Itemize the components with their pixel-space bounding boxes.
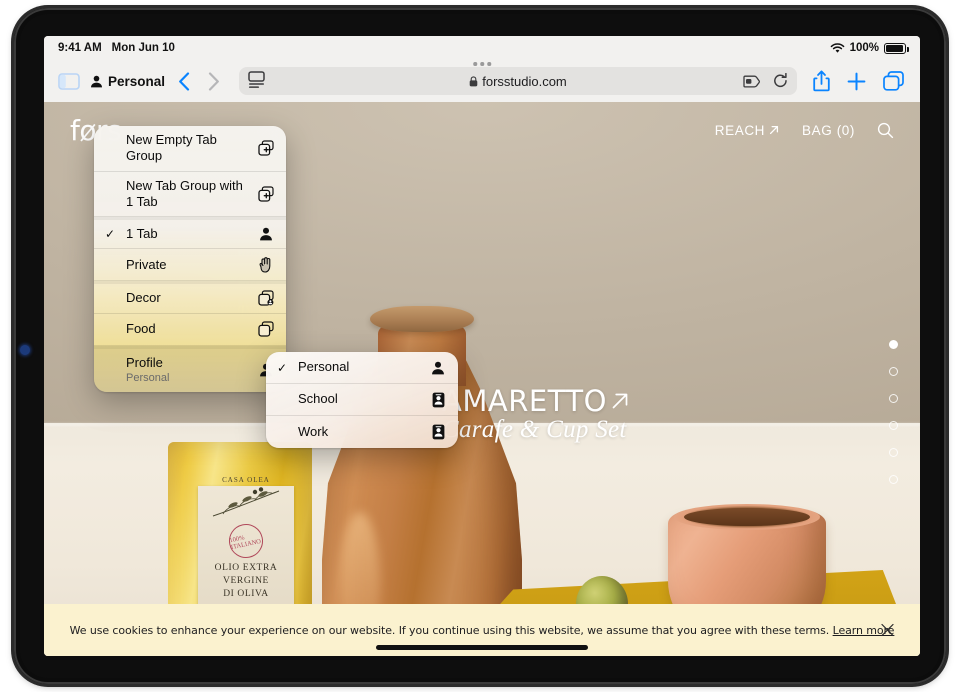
toolbar-right-actions bbox=[813, 70, 908, 92]
bezel-indicator-light bbox=[20, 345, 30, 355]
nav-link-reach[interactable]: REACH bbox=[715, 123, 780, 138]
menu-item-sublabel: Personal bbox=[126, 371, 170, 384]
tabs-icon[interactable] bbox=[883, 71, 904, 91]
profile-submenu: ✓ Personal School Work bbox=[266, 352, 458, 448]
olive-branch-illustration bbox=[212, 487, 280, 517]
nav-link-bag[interactable]: BAG (0) bbox=[802, 123, 855, 138]
url-text: forsstudio.com bbox=[482, 73, 567, 89]
ipad-device: 9:41 AM Mon Jun 10 100% Personal forsstu… bbox=[14, 8, 946, 684]
address-bar-actions bbox=[743, 73, 788, 89]
person-icon bbox=[90, 75, 103, 88]
menu-item-new-tab-group-with-1-tab[interactable]: New Tab Group with 1 Tab bbox=[94, 172, 286, 217]
plus-icon[interactable] bbox=[847, 72, 866, 91]
pagination-dot[interactable] bbox=[889, 394, 898, 403]
person-icon bbox=[429, 361, 447, 375]
safari-toolbar: Personal forsstudio.com bbox=[44, 60, 920, 102]
address-bar[interactable]: forsstudio.com bbox=[239, 67, 797, 95]
cup-interior bbox=[684, 508, 810, 526]
menu-item-label: 1 Tab bbox=[126, 226, 158, 241]
bottle-line-3: DI OLIVA bbox=[223, 588, 269, 599]
arrow-up-right-icon bbox=[608, 389, 632, 413]
submenu-item-work[interactable]: Work bbox=[266, 416, 458, 448]
menu-item-food[interactable]: Food bbox=[94, 314, 286, 346]
bottle-line-1: OLIO EXTRA bbox=[214, 563, 278, 573]
hero-title-row: AMARETTO bbox=[442, 384, 632, 418]
close-x-icon[interactable] bbox=[881, 623, 894, 637]
tab-group-context-menu: New Empty Tab Group New Tab Group with 1… bbox=[94, 126, 286, 392]
battery-percent-label: 100% bbox=[849, 42, 879, 54]
bottle-line-2: VERGINE bbox=[223, 575, 269, 586]
menu-item-label: Private bbox=[126, 256, 167, 272]
tab-group-shared-icon bbox=[257, 290, 275, 307]
pagination-dot[interactable] bbox=[889, 475, 898, 484]
ipad-screen: 9:41 AM Mon Jun 10 100% Personal forsstu… bbox=[44, 36, 920, 656]
nav-bag-label: BAG (0) bbox=[802, 122, 855, 138]
menu-item-label: Decor bbox=[126, 290, 161, 306]
menu-item-label: New Tab Group with 1 Tab bbox=[126, 177, 243, 209]
hero-title: AMARETTO bbox=[442, 384, 607, 418]
menu-check-mark: ✓ bbox=[105, 227, 116, 242]
menu-item-decor[interactable]: Decor bbox=[94, 281, 286, 314]
menu-check-mark: ✓ bbox=[277, 360, 288, 375]
menu-item-profile[interactable]: Profile Personal bbox=[94, 345, 286, 392]
submenu-item-label: Work bbox=[298, 423, 329, 439]
status-time: 9:41 AM bbox=[58, 42, 102, 54]
menu-item-label: Profile bbox=[126, 354, 163, 370]
menu-item-1-tab[interactable]: ✓ 1 Tab bbox=[94, 217, 286, 250]
extensions-puzzle-icon[interactable] bbox=[743, 74, 762, 89]
battery-full-icon bbox=[884, 42, 909, 54]
submenu-item-label: Personal bbox=[298, 359, 350, 375]
submenu-item-label: School bbox=[298, 391, 338, 407]
submenu-item-school[interactable]: School bbox=[266, 384, 458, 416]
lock-icon bbox=[469, 75, 478, 87]
pagination-dot[interactable] bbox=[889, 367, 898, 376]
new-tab-group-icon bbox=[257, 186, 275, 202]
chevron-right-icon bbox=[203, 70, 225, 92]
cookie-message: We use cookies to enhance your experienc… bbox=[69, 623, 830, 637]
person-card-icon bbox=[429, 424, 447, 440]
menu-item-private[interactable]: Private bbox=[94, 249, 286, 282]
tab-group-label: Personal bbox=[108, 73, 166, 89]
hand-raised-icon bbox=[257, 256, 275, 273]
tab-group-button[interactable]: Personal bbox=[90, 74, 165, 89]
cookie-banner-text: We use cookies to enhance your experienc… bbox=[70, 624, 895, 637]
hero-caption[interactable]: AMARETTO Carafe & Cup Set bbox=[442, 384, 632, 444]
arrow-up-right-icon bbox=[768, 124, 780, 136]
menu-item-label: New Empty Tab Group bbox=[126, 132, 217, 164]
person-icon bbox=[257, 227, 275, 241]
share-icon[interactable] bbox=[813, 70, 830, 92]
multitasking-control[interactable] bbox=[473, 62, 491, 66]
status-date: Mon Jun 10 bbox=[111, 42, 175, 54]
sidebar-icon[interactable] bbox=[56, 71, 82, 91]
carafe-lid bbox=[370, 306, 474, 332]
bottle-origin-stamp: 100% ITALIANO bbox=[225, 520, 267, 562]
status-bar-left: 9:41 AM Mon Jun 10 bbox=[58, 42, 175, 54]
menu-item-new-empty-tab-group[interactable]: New Empty Tab Group bbox=[94, 126, 286, 172]
tab-group-icon bbox=[257, 321, 275, 337]
pagination-dot[interactable] bbox=[889, 448, 898, 457]
pagination-dot[interactable] bbox=[889, 340, 898, 349]
menu-item-label-block: Profile Personal bbox=[126, 355, 249, 386]
pagination-dot[interactable] bbox=[889, 421, 898, 430]
search-icon[interactable] bbox=[877, 122, 894, 139]
reload-icon[interactable] bbox=[773, 73, 788, 89]
status-bar: 9:41 AM Mon Jun 10 100% bbox=[44, 36, 920, 60]
nav-reach-label: REACH bbox=[714, 122, 766, 138]
url-display: forsstudio.com bbox=[239, 74, 797, 89]
submenu-item-personal[interactable]: ✓ Personal bbox=[266, 352, 458, 384]
home-indicator[interactable] bbox=[376, 645, 588, 650]
new-tab-group-icon bbox=[257, 140, 275, 156]
bottle-brand: CASA OLEA bbox=[222, 476, 270, 484]
wifi-icon bbox=[830, 42, 845, 54]
menu-item-label: Food bbox=[126, 320, 156, 336]
chevron-left-icon[interactable] bbox=[173, 70, 195, 92]
carousel-pagination bbox=[889, 340, 898, 484]
site-nav: REACH BAG (0) bbox=[715, 122, 894, 139]
person-card-icon bbox=[429, 392, 447, 408]
hero-subtitle: Carafe & Cup Set bbox=[442, 416, 627, 443]
status-bar-right: 100% bbox=[830, 42, 909, 54]
